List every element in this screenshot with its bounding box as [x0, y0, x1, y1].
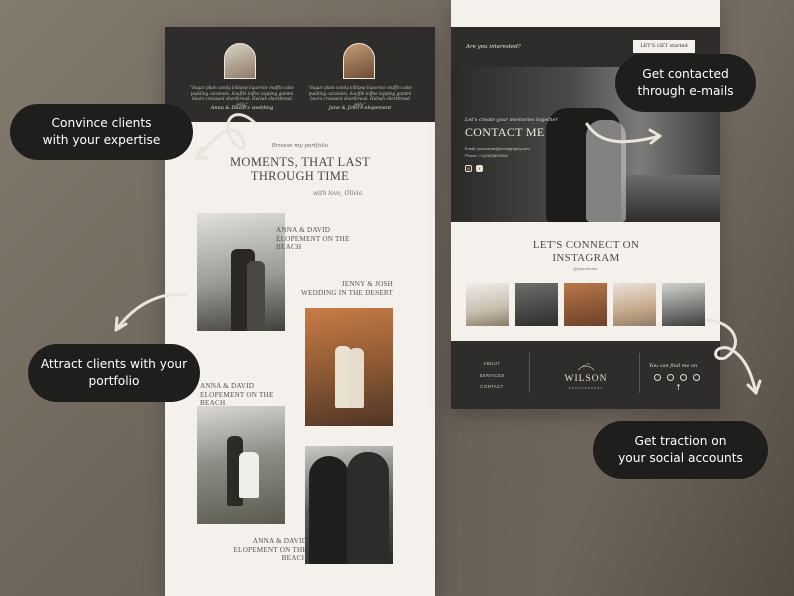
callout-portfolio: Attract clients with your portfolio: [28, 344, 200, 402]
caption-line: ANNA & DAVID: [252, 537, 307, 545]
caption-line: ELOPEMENT ON THE: [276, 234, 350, 243]
caption-line: BEACH: [281, 554, 307, 562]
pinterest-icon[interactable]: [693, 374, 700, 381]
callout-line: portfolio: [88, 374, 140, 388]
footer-link-about[interactable]: ABOUT: [475, 361, 509, 366]
contact-phone[interactable]: Phone: +1(234)5678910: [465, 153, 508, 158]
callout-line: with your expertise: [42, 133, 161, 147]
youtube-icon[interactable]: [680, 374, 687, 381]
caption-line: ELOPEMENT ON THE: [233, 545, 307, 554]
callout-line: Convince clients: [51, 116, 152, 130]
cta-text: Are you interested?: [466, 44, 521, 50]
callout-line: through e-mails: [637, 84, 734, 98]
contact-email[interactable]: Email: yourname@photography.com: [465, 146, 530, 151]
photo-subject: [309, 456, 349, 564]
leaf-logo-icon: [577, 363, 595, 371]
photo-subject: [349, 348, 364, 408]
testimonial-name: Anna & David's wedding: [210, 105, 274, 111]
portfolio-page-mockup: "Sugar plum candy lollipop liquorice muf…: [165, 27, 435, 596]
portfolio-photo[interactable]: [197, 406, 285, 524]
portfolio-photo[interactable]: [305, 308, 393, 426]
photo-subject: [347, 452, 389, 564]
caption-line: JENNY & JOSH: [341, 280, 394, 288]
instagram-thumbnail[interactable]: [613, 283, 656, 326]
instagram-thumbnail[interactable]: [662, 283, 705, 326]
callout-expertise: Convince clients with your expertise: [10, 104, 193, 160]
instagram-icon[interactable]: [654, 374, 661, 381]
heading-line: MOMENTS, THAT LAST: [229, 155, 371, 169]
portfolio-caption: ANNA & DAVID ELOPEMENT ON THE BEACH: [223, 537, 307, 563]
instagram-handle[interactable]: @yourname: [451, 266, 720, 271]
portfolio-caption: JENNY & JOSH WEDDING IN THE DESERT: [301, 280, 393, 297]
facebook-icon[interactable]: [667, 374, 674, 381]
photo-subject: [239, 452, 259, 498]
callout-line: Attract clients with your: [40, 357, 188, 371]
testimonial-quote: "Sugar plum candy lollipop liquorice muf…: [308, 85, 412, 107]
callout-line: Get traction on: [634, 434, 727, 448]
portfolio-caption: ANNA & DAVID ELOPEMENT ON THE BEACH: [200, 382, 274, 408]
testimonial-name: Jane & John's elopement: [328, 105, 392, 111]
testimonial-photo: [343, 43, 375, 79]
instagram-thumbnail[interactable]: [515, 283, 558, 326]
footer-divider: [639, 353, 640, 393]
callout-line: Get contacted: [642, 67, 729, 81]
testimonial-photo: [224, 43, 256, 79]
callout-line: your social accounts: [618, 451, 743, 465]
footer-divider: [529, 353, 530, 393]
footer-link-contact[interactable]: CONTACT: [475, 384, 509, 389]
portfolio-caption: ANNA & DAVID ELOPEMENT ON THE BEACH: [276, 226, 350, 252]
photo-subject: [247, 261, 265, 331]
caption-line: BEACH: [276, 243, 302, 251]
footer-brand: WILSON: [564, 374, 608, 384]
footer-find-me: You can find me on: [649, 363, 698, 369]
get-started-button[interactable]: LET'S GET started: [633, 40, 695, 53]
arrow-up-icon[interactable]: ↑: [675, 383, 682, 392]
caption-line: WEDDING IN THE DESERT: [301, 288, 394, 297]
heading-line: THROUGH TIME: [250, 169, 350, 183]
portfolio-photo[interactable]: [197, 213, 285, 331]
instagram-thumbnail[interactable]: [466, 283, 509, 326]
footer-brand-sub: PHOTOGRAPHY: [568, 386, 604, 390]
instagram-icon[interactable]: ◎: [465, 165, 472, 172]
instagram-heading: LET'S CONNECT ON INSTAGRAM: [491, 239, 681, 264]
footer-link-services[interactable]: SERVICES: [475, 373, 509, 378]
caption-line: ELOPEMENT ON THE: [200, 390, 274, 399]
portfolio-photo[interactable]: [305, 446, 393, 564]
facebook-icon[interactable]: f: [476, 165, 483, 172]
hero-couple-partner: [586, 120, 626, 222]
contact-subtitle: Let's create your memories together: [465, 117, 558, 123]
instagram-thumbnail[interactable]: [564, 283, 607, 326]
heading-line: INSTAGRAM: [552, 251, 620, 264]
testimonial-quote: "Sugar plum candy lollipop liquorice muf…: [190, 85, 294, 107]
heading-line: LET'S CONNECT ON: [532, 239, 640, 251]
caption-line: ANNA & DAVID: [200, 382, 255, 390]
browse-label: Browse my portfolio: [271, 143, 329, 149]
contact-title: CONTACT ME: [465, 125, 545, 139]
caption-line: ANNA & DAVID: [276, 226, 331, 234]
callout-social: Get traction on your social accounts: [593, 421, 768, 479]
signature: with love, Olivia: [313, 190, 363, 197]
portfolio-heading: MOMENTS, THAT LAST THROUGH TIME: [205, 155, 395, 183]
callout-emails: Get contacted through e-mails: [615, 54, 756, 112]
site-footer: ABOUT SERVICES CONTACT WILSON PHOTOGRAPH…: [451, 341, 720, 409]
